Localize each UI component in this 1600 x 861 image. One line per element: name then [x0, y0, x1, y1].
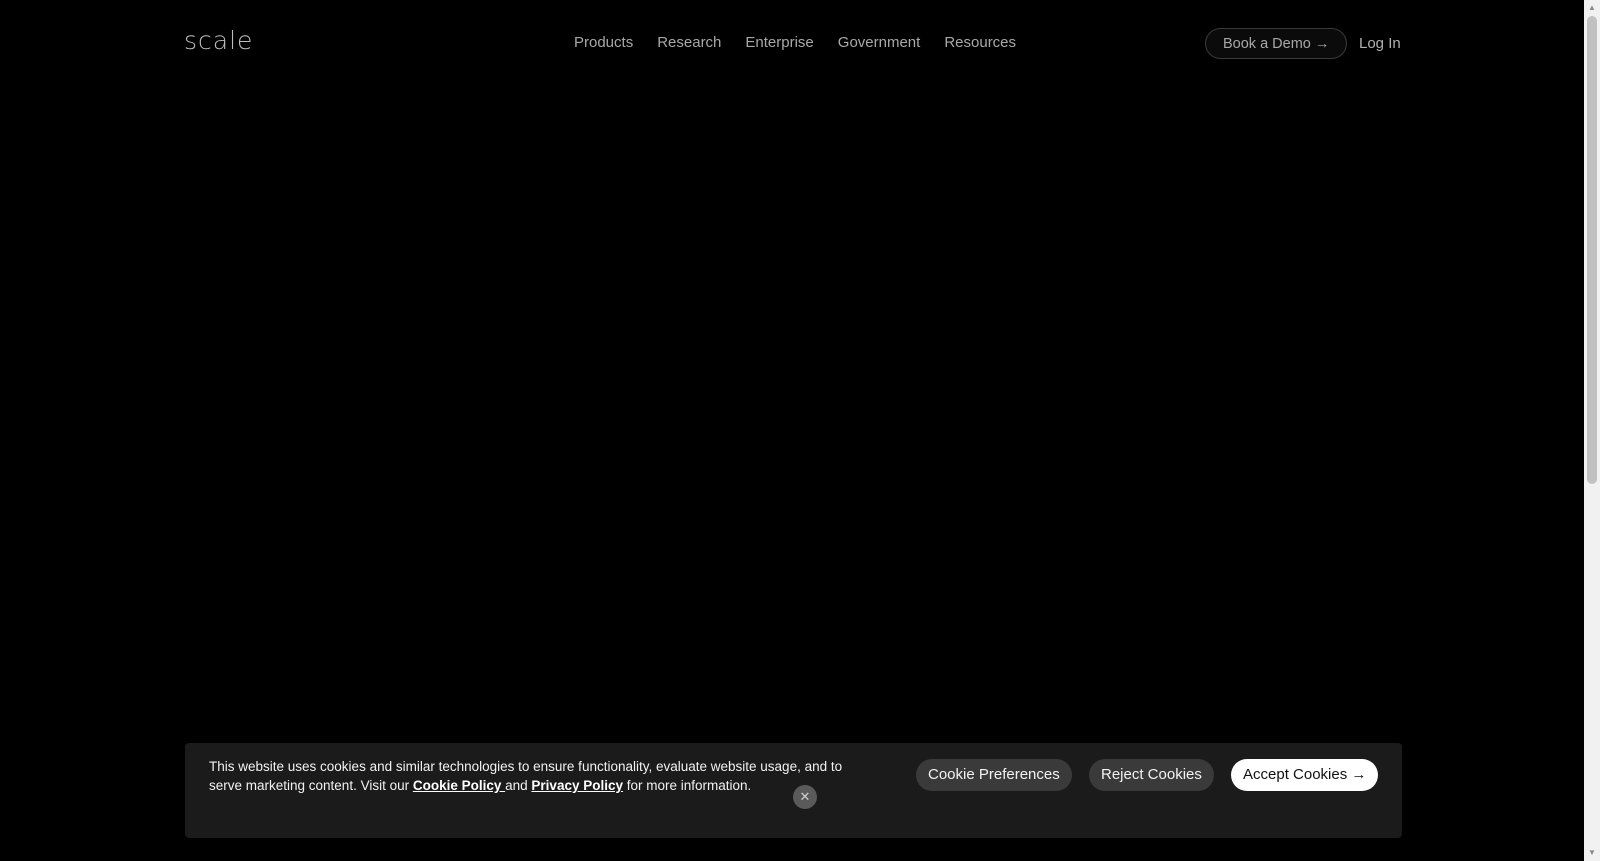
vertical-scrollbar[interactable]: ▲ ▼ — [1584, 0, 1600, 861]
nav-item-resources[interactable]: Resources — [944, 33, 1016, 53]
close-icon[interactable]: ✕ — [793, 785, 817, 809]
nav-item-research[interactable]: Research — [657, 33, 721, 53]
cookie-preferences-button[interactable]: Cookie Preferences — [916, 759, 1072, 791]
main-nav: Products Research Enterprise Government … — [574, 33, 1040, 53]
scale-logo[interactable]: scale — [184, 26, 253, 56]
site-header: scale Products Research Enterprise Gover… — [0, 0, 1584, 86]
cookie-message-and: and — [505, 778, 532, 793]
cookie-message-tail: for more information. — [622, 778, 752, 793]
privacy-policy-link[interactable]: Privacy Policy — [531, 778, 623, 793]
scroll-up-arrow-icon[interactable]: ▲ — [1584, 0, 1600, 16]
cookie-banner: This website uses cookies and similar te… — [185, 743, 1402, 838]
nav-item-enterprise[interactable]: Enterprise — [745, 33, 813, 53]
nav-item-products[interactable]: Products — [574, 33, 633, 53]
page: scale Products Research Enterprise Gover… — [0, 0, 1584, 861]
login-link[interactable]: Log In — [1359, 34, 1401, 54]
cookie-policy-link[interactable]: Cookie Policy — [413, 778, 505, 793]
scrollbar-thumb[interactable] — [1587, 16, 1597, 484]
book-demo-button[interactable]: Book a Demo → — [1205, 28, 1348, 59]
reject-cookies-button[interactable]: Reject Cookies — [1089, 759, 1214, 791]
nav-item-government[interactable]: Government — [838, 33, 921, 53]
accept-cookies-button[interactable]: Accept Cookies → — [1231, 759, 1379, 791]
scroll-down-arrow-icon[interactable]: ▼ — [1584, 845, 1600, 861]
cookie-message: This website uses cookies and similar te… — [209, 757, 869, 795]
